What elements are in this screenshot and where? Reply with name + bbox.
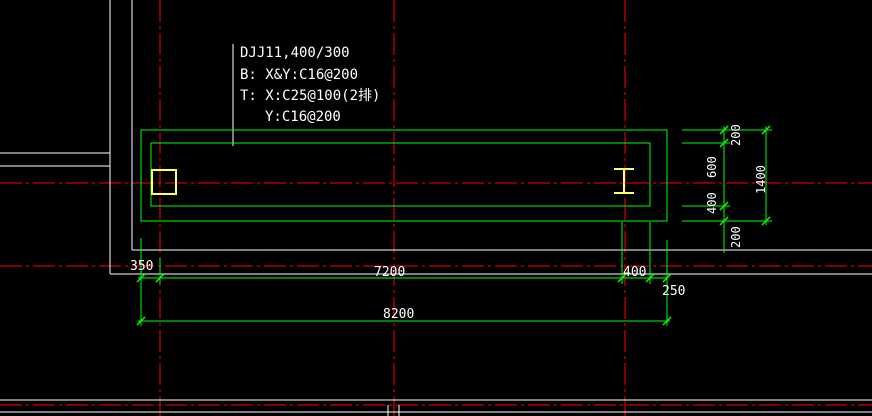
foundation-outline[interactable]	[140, 129, 668, 222]
dim-text-1400: 1400	[754, 165, 768, 194]
horizontal-dimension-text: 350 7200 400 250 8200	[130, 259, 685, 322]
dim-text-7200: 7200	[374, 265, 405, 280]
label-line-1: DJJ11,400/300	[240, 45, 350, 61]
cad-drawing: DJJ11,400/300 B: X&Y:C16@200 T: X:C25@10…	[0, 0, 872, 416]
column-square[interactable]	[151, 169, 177, 195]
dim-text-400-vertical: 400	[705, 192, 719, 214]
dim-text-600: 600	[705, 156, 719, 178]
steel-column-ibeam-icon[interactable]	[614, 168, 634, 194]
label-line-4: Y:C16@200	[265, 109, 341, 125]
foundation-label: DJJ11,400/300 B: X&Y:C16@200 T: X:C25@10…	[240, 45, 380, 125]
dim-text-8200: 8200	[383, 307, 414, 322]
axis-lines	[0, 0, 872, 416]
foundation-inner-rect[interactable]	[150, 142, 651, 207]
foundation-outer-rect[interactable]	[140, 129, 668, 222]
label-line-3: T: X:C25@100(2排)	[240, 88, 380, 104]
dim-text-200-bottom: 200	[729, 226, 743, 248]
label-line-2: B: X&Y:C16@200	[240, 67, 358, 83]
dim-text-200-top: 200	[729, 124, 743, 146]
cad-drawing-canvas[interactable]: DJJ11,400/300 B: X&Y:C16@200 T: X:C25@10…	[0, 0, 872, 416]
dim-text-350: 350	[130, 259, 153, 274]
wall-lines	[0, 0, 872, 416]
dim-text-250: 250	[662, 284, 685, 299]
dim-text-400: 400	[623, 265, 646, 280]
